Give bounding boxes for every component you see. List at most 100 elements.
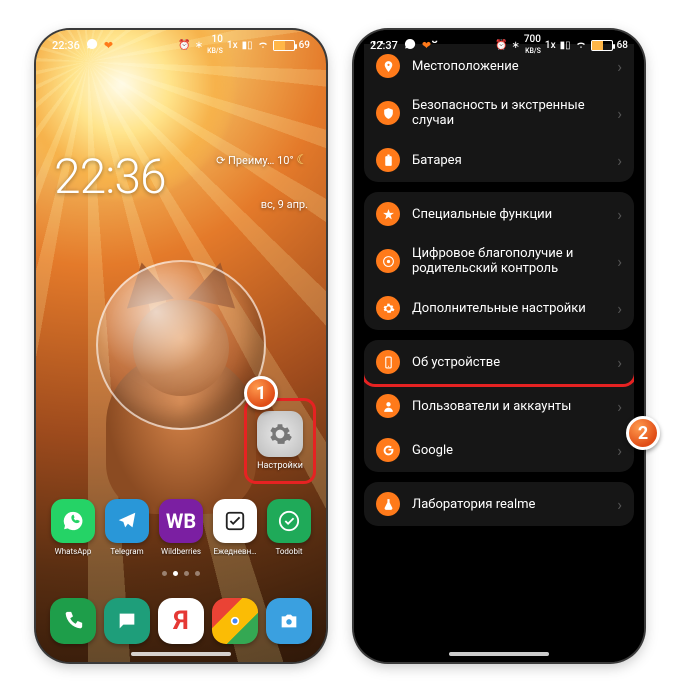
chevron-right-icon: ›	[617, 495, 622, 514]
net-unit: KB/S	[207, 47, 223, 55]
app-daily[interactable]: Ежедневн…	[210, 499, 260, 556]
callout-badge-1: 1	[244, 376, 278, 410]
settings-row-special[interactable]: Специальные функции ›	[364, 192, 634, 236]
security-icon	[376, 101, 400, 125]
settings-row-label: Google	[412, 443, 605, 458]
chevron-right-icon: ›	[617, 397, 622, 416]
yandex-app[interactable]: Я	[158, 598, 204, 644]
chevron-right-icon: ›	[617, 205, 622, 224]
chevron-right-icon: ›	[617, 353, 622, 372]
signal-icon: ▮▯	[242, 40, 253, 51]
battery-icon	[591, 40, 613, 51]
wifi-icon	[257, 38, 269, 53]
weather-label: Преиму…	[228, 154, 274, 167]
wildberries-icon: WB	[159, 499, 203, 543]
date-label: вс, 9 апр.	[261, 198, 308, 211]
app-label: Ежедневн…	[213, 547, 256, 556]
app-telegram[interactable]: Telegram	[102, 499, 152, 556]
status-bar: 22:36 ❤ ⏰ ∗ 10 KB/S 1x ▮▯ 69	[36, 30, 326, 60]
app-label: WhatsApp	[55, 547, 92, 556]
settings-group: Об устройстве›Пользователи и аккаунты›Go…	[364, 340, 634, 472]
moon-icon: ☾	[296, 153, 308, 168]
sim-indicator: 1x	[545, 40, 556, 51]
lab-icon	[376, 492, 400, 516]
app-whatsapp[interactable]: WhatsApp	[48, 499, 98, 556]
app-label: Todobit	[275, 547, 302, 556]
settings-row-security[interactable]: Безопасность и экстренные случаи ›	[364, 88, 634, 138]
telegram-icon	[105, 499, 149, 543]
dock: Я	[36, 598, 326, 644]
wifi-icon	[575, 38, 587, 53]
refresh-icon: ⟳	[216, 154, 225, 167]
net-speed: 10	[212, 34, 223, 45]
signal-icon: ▮▯	[560, 40, 571, 51]
chevron-right-icon: ›	[617, 441, 622, 460]
settings-row-label: Специальные функции	[412, 207, 605, 222]
settings-row-label: Батарея	[412, 153, 605, 168]
weather-temp: 10°	[277, 154, 293, 167]
about-icon	[376, 350, 400, 374]
phone-settings: 22:37 ❤ ⏰ ∗ 700 KB/S 1x ▮▯ 68 Настройки …	[354, 30, 644, 662]
status-time: 22:36	[52, 39, 80, 52]
settings-row-label: Дополнительные настройки	[412, 301, 605, 316]
alarm-icon: ⏰	[495, 40, 507, 51]
heart-status-icon: ❤	[104, 39, 113, 52]
app-label: Telegram	[110, 547, 143, 556]
settings-list: Местоположение›Безопасность и экстренные…	[354, 70, 644, 526]
app-row: WhatsApp Telegram WB Wildberries Ежеднев…	[36, 499, 326, 556]
alarm-icon: ⏰	[178, 40, 190, 51]
settings-row-wellbeing[interactable]: Цифровое благополучие и родительский кон…	[364, 236, 634, 286]
chrome-app[interactable]	[212, 598, 258, 644]
nav-gesture-bar[interactable]	[449, 652, 549, 656]
settings-row-users[interactable]: Пользователи и аккаунты›	[364, 384, 634, 428]
settings-row-about[interactable]: Об устройстве ›	[364, 340, 634, 387]
wallpaper: 22:36 ❤ ⏰ ∗ 10 KB/S 1x ▮▯ 69	[36, 30, 326, 662]
phone-app[interactable]	[50, 598, 96, 644]
chevron-right-icon: ›	[617, 151, 622, 170]
settings-group: Специальные функции › Цифровое благополучи…	[364, 192, 634, 330]
settings-row-label: Безопасность и экстренные случаи	[412, 98, 605, 128]
clock-widget[interactable]: 22:36	[54, 148, 166, 205]
chevron-right-icon: ›	[617, 104, 622, 123]
checklist-icon	[213, 499, 257, 543]
whatsapp-status-icon	[404, 38, 416, 53]
google-icon	[376, 438, 400, 462]
settings-row-battery[interactable]: Батарея ›	[364, 138, 634, 182]
app-todobit[interactable]: Todobit	[264, 499, 314, 556]
camera-app[interactable]	[266, 598, 312, 644]
status-bar: 22:37 ❤ ⏰ ∗ 700 KB/S 1x ▮▯ 68	[354, 30, 644, 60]
whatsapp-icon	[51, 499, 95, 543]
special-icon	[376, 202, 400, 226]
settings-row-lab[interactable]: Лаборатория realme›	[364, 482, 634, 526]
users-icon	[376, 394, 400, 418]
messages-app[interactable]	[104, 598, 150, 644]
app-settings[interactable]: Настройки	[244, 398, 316, 484]
nav-gesture-bar[interactable]	[131, 652, 231, 656]
battery-pct: 68	[617, 40, 628, 51]
settings-row-label: Об устройстве	[412, 355, 605, 370]
battery-icon	[273, 40, 295, 51]
chevron-right-icon: ›	[617, 299, 622, 318]
more-icon	[376, 296, 400, 320]
weather-widget[interactable]: ⟳ Преиму… 10° ☾	[216, 154, 308, 168]
whatsapp-status-icon	[86, 38, 98, 53]
net-unit: KB/S	[525, 47, 541, 55]
app-label: Wildberries	[161, 547, 201, 556]
settings-group: Местоположение›Безопасность и экстренные…	[364, 44, 634, 182]
gear-icon	[257, 411, 303, 457]
heart-status-icon: ❤	[422, 39, 431, 52]
sim-indicator: 1x	[227, 40, 238, 51]
app-wildberries[interactable]: WB Wildberries	[156, 499, 206, 556]
settings-group: Лаборатория realme›	[364, 482, 634, 526]
settings-row-more[interactable]: Дополнительные настройки ›	[364, 286, 634, 330]
settings-row-label: Местоположение	[412, 59, 605, 74]
wellbeing-icon	[376, 249, 400, 273]
chevron-right-icon: ›	[617, 252, 622, 271]
status-time: 22:37	[370, 39, 398, 52]
check-icon	[267, 499, 311, 543]
settings-row-google[interactable]: Google ›	[364, 428, 634, 472]
app-settings-label: Настройки	[257, 461, 303, 471]
page-indicator[interactable]	[36, 571, 326, 576]
settings-row-label: Цифровое благополучие и родительский кон…	[412, 246, 605, 276]
bluetooth-icon: ∗	[511, 40, 519, 51]
